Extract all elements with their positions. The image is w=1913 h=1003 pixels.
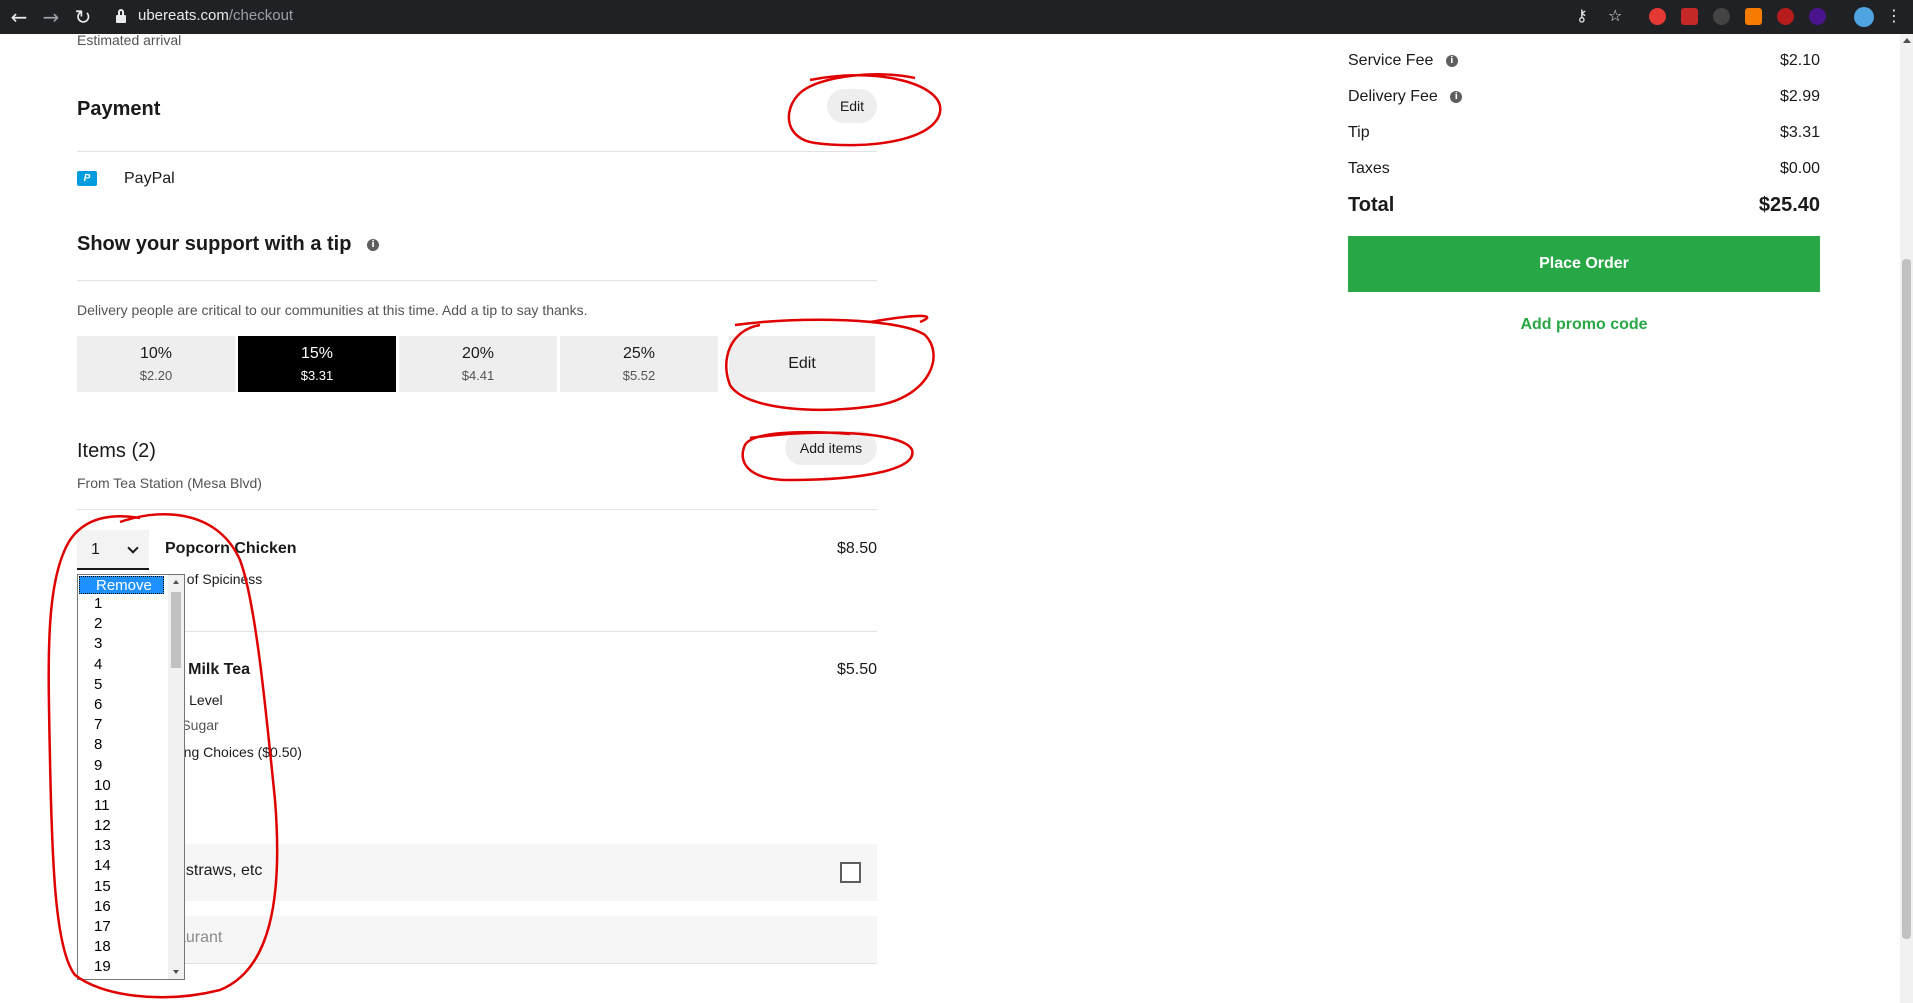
extension-mail-icon[interactable] [1681,8,1698,25]
scroll-up-arrow-icon[interactable] [1903,38,1911,43]
tip-percent: 15% [300,345,334,362]
fee-label: Service Fee [1348,52,1434,69]
item-name[interactable]: Popcorn Chicken [165,540,297,558]
url-path: /checkout [228,7,294,24]
payment-method-label: PayPal [124,170,175,187]
tip-title: Show your support with a tip i [77,233,379,256]
fee-value: $0.00 [1779,160,1820,177]
fee-row-tip: Tip $3.31 [1348,124,1820,148]
info-icon[interactable]: i [1445,54,1458,67]
fee-value: $2.99 [1779,88,1820,105]
dropdown-scrollbar-thumb[interactable] [171,592,181,668]
utensils-checkbox[interactable] [840,862,861,883]
payment-edit-button[interactable]: Edit [827,89,877,123]
scrollbar-thumb[interactable] [1902,259,1911,939]
tip-percent: 20% [461,345,495,362]
back-arrow-icon[interactable]: ← [8,6,30,28]
url-text[interactable]: ubereats.com/checkout [138,7,293,24]
quantity-select[interactable]: 1 [77,530,149,570]
quantity-value: 1 [91,541,100,558]
tip-percent: 10% [139,345,173,362]
chevron-down-icon [127,542,139,554]
add-promo-code-link[interactable]: Add promo code [1348,316,1820,334]
fee-value: $2.10 [1779,52,1820,69]
extension-orange-icon[interactable] [1745,8,1762,25]
fee-label: Taxes [1348,160,1390,177]
reload-icon[interactable]: ↻ [72,6,94,28]
tip-description: Delivery people are critical to our comm… [77,302,588,318]
tip-option-25[interactable]: 25% $5.52 [560,336,718,392]
extension-red-icon[interactable] [1649,8,1666,25]
place-order-button[interactable]: Place Order [1348,236,1820,292]
tip-amount: $2.20 [139,368,173,383]
fee-label: Delivery Fee [1348,88,1438,105]
payment-title: Payment [77,98,161,120]
total-value: $25.40 [1758,194,1820,216]
tip-amount: $4.41 [461,368,495,383]
extension-ublock-icon[interactable] [1777,8,1794,25]
estimated-arrival-label: Estimated arrival [77,34,182,48]
tip-percent: 25% [622,345,656,362]
browser-toolbar: ← → ↻ ubereats.com/checkout ⚷ ☆ ⋮ [0,0,1913,34]
key-icon[interactable]: ⚷ [1576,6,1588,25]
forward-arrow-icon[interactable]: → [40,6,62,28]
tip-edit-button[interactable]: Edit [729,336,875,392]
tip-option-15[interactable]: 15% $3.31 [238,336,396,392]
tip-option-10[interactable]: 10% $2.20 [77,336,235,392]
quantity-dropdown-list[interactable]: Remove 1 2 3 4 5 6 7 8 9 10 11 12 13 14 … [77,574,185,980]
divider [77,151,877,152]
tip-title-text: Show your support with a tip [77,233,352,255]
extension-spider-icon[interactable] [1713,8,1730,25]
divider [77,509,877,510]
scroll-down-arrow-icon[interactable] [173,970,179,974]
url-domain: ubereats.com [138,7,229,24]
tip-amount: $5.52 [622,368,656,383]
utensils-label: , straws, etc [177,862,263,879]
dropdown-scrollbar[interactable] [168,575,184,979]
item-price: $5.50 [836,661,877,678]
profile-avatar-icon[interactable] [1854,7,1874,27]
checkout-page: Estimated arrival Payment Edit P PayPal … [0,34,1913,1003]
extension-purple-icon[interactable] [1809,8,1826,25]
tip-amount: $3.31 [300,368,334,383]
address-bar[interactable] [105,3,1615,31]
fee-row-delivery: Delivery Fee i $2.99 [1348,88,1820,112]
divider [77,631,877,632]
menu-dots-icon[interactable]: ⋮ [1886,6,1902,25]
item-option2-label: pping Choices ($0.50) [165,744,302,760]
fee-row-service: Service Fee i $2.10 [1348,52,1820,76]
divider [77,963,877,964]
utensils-request-row[interactable]: , straws, etc [77,844,877,901]
scroll-up-arrow-icon[interactable] [173,580,179,584]
restaurant-name: From Tea Station (Mesa Blvd) [77,475,262,491]
fee-value: $3.31 [1779,124,1820,141]
paypal-icon: P [77,171,97,186]
info-icon[interactable]: i [367,238,379,251]
total-label: Total [1348,194,1395,216]
lock-icon [116,9,126,23]
info-icon[interactable]: i [1450,90,1463,103]
add-items-button[interactable]: Add items [785,431,877,465]
fee-row-taxes: Taxes $0.00 [1348,160,1820,184]
tip-option-20[interactable]: 20% $4.41 [399,336,557,392]
item-price: $8.50 [836,540,877,557]
items-title: Items (2) [77,440,156,462]
star-icon[interactable]: ☆ [1608,6,1622,25]
restaurant-note-input[interactable]: aurant [77,916,877,963]
fee-label: Tip [1348,124,1370,141]
page-scrollbar[interactable] [1900,34,1913,1003]
divider [77,280,877,281]
dropdown-option-remove[interactable]: Remove [79,576,164,594]
